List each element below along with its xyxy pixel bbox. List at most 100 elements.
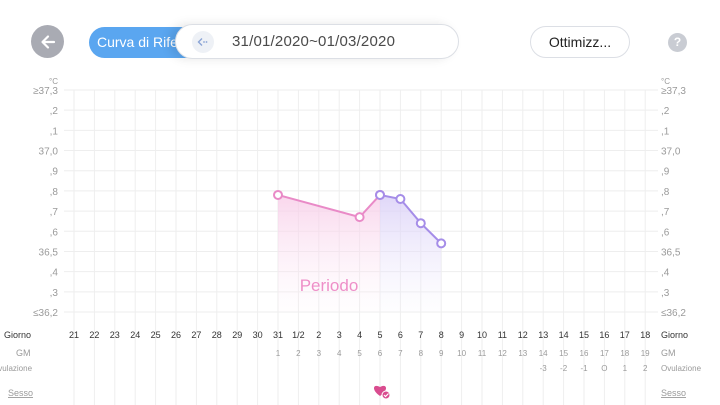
ovulation-label: 1	[623, 364, 628, 373]
ovulation-label: 2	[643, 364, 648, 373]
y-unit-left: °C	[49, 77, 58, 86]
gm-label: 9	[439, 349, 444, 358]
y-tick-right: ,3	[661, 288, 670, 299]
help-button[interactable]: ?	[668, 33, 687, 52]
gm-label: 13	[518, 349, 527, 358]
data-point	[395, 193, 406, 204]
y-tick-right: ,8	[661, 187, 670, 198]
gm-label: 4	[337, 349, 342, 358]
day-label: 10	[477, 330, 487, 340]
y-tick-left: ,1	[50, 126, 59, 137]
question-icon: ?	[673, 35, 682, 49]
gm-label: 16	[580, 349, 589, 358]
day-label: 4	[357, 330, 362, 340]
day-label: 27	[191, 330, 201, 340]
day-label: 5	[377, 330, 382, 340]
ovulation-label: O	[601, 364, 607, 373]
data-point	[436, 238, 447, 249]
gm-label: 14	[539, 349, 548, 358]
gm-label: 11	[478, 349, 487, 358]
day-label: 28	[212, 330, 222, 340]
y-tick-left: ,2	[50, 106, 59, 117]
gm-label: 8	[419, 349, 424, 358]
ovulation-label: -2	[560, 364, 568, 373]
gm-label: 17	[600, 349, 609, 358]
date-range-text: 31/01/2020~01/03/2020	[232, 33, 396, 50]
day-label: 1/2	[292, 330, 305, 340]
temperature-chart: ≥37,3 ≥37,3 ,2 ,2 ,1 ,1 37,0 37,0 ,9 ,9 ,8 ,8 ,7 ,7 ,6…	[0, 77, 702, 405]
y-tick-right: ,7	[661, 207, 670, 218]
back-button[interactable]	[31, 25, 64, 58]
y-tick-left: ≤36,2	[33, 308, 58, 319]
day-label: 22	[89, 330, 99, 340]
y-tick-right: ,2	[661, 106, 670, 117]
row-label-gm: GM	[16, 348, 31, 358]
row-label-sesso-right: Sesso	[661, 388, 686, 398]
gm-label: 2	[296, 349, 301, 358]
data-point	[273, 189, 283, 200]
day-label: 14	[559, 330, 569, 340]
day-label: 12	[518, 330, 528, 340]
y-tick-left: ,7	[50, 207, 59, 218]
data-point	[375, 189, 385, 200]
date-range-selector[interactable]: 31/01/2020~01/03/2020	[175, 24, 459, 59]
day-label: 16	[599, 330, 609, 340]
day-label: 7	[418, 330, 423, 340]
day-label: 23	[110, 330, 120, 340]
optimize-label: Ottimizz...	[548, 34, 612, 50]
day-label: 17	[620, 330, 630, 340]
y-tick-right: 37,0	[661, 147, 681, 158]
arrow-left-dotted-icon[interactable]	[192, 30, 214, 53]
y-tick-right: ≤36,2	[661, 308, 686, 319]
day-label: 18	[640, 330, 650, 340]
y-tick-left: ,8	[50, 187, 59, 198]
data-point	[415, 218, 426, 229]
gm-label: 15	[559, 349, 568, 358]
day-label: 29	[232, 330, 242, 340]
gm-label: 12	[498, 349, 507, 358]
y-tick-right: ,9	[661, 167, 670, 178]
day-label: 13	[538, 330, 548, 340]
row-label-gm-right: GM	[661, 348, 676, 358]
y-tick-left: ,4	[50, 268, 59, 279]
row-label-ovulazione: Ovulazione	[0, 364, 33, 373]
optimize-button[interactable]: Ottimizz...	[530, 26, 630, 58]
day-label: 31	[273, 330, 283, 340]
day-label: 21	[69, 330, 79, 340]
day-label: 6	[398, 330, 403, 340]
day-label: 11	[498, 330, 507, 340]
y-tick-left: ,9	[50, 167, 59, 178]
y-tick-right: ,4	[661, 268, 670, 279]
y-tick-left: ≥37,3	[33, 86, 58, 97]
arrow-left-icon	[40, 34, 55, 49]
y-tick-left: ,6	[50, 227, 59, 238]
day-label: 24	[130, 330, 140, 340]
ovulation-label: -1	[580, 364, 588, 373]
gm-label: 19	[641, 349, 650, 358]
y-tick-right: ≥37,3	[661, 86, 686, 97]
day-label: 9	[459, 330, 464, 340]
gm-label: 6	[378, 349, 383, 358]
ovulation-label: -3	[540, 364, 548, 373]
y-tick-right: ,6	[661, 227, 670, 238]
day-label: 2	[316, 330, 321, 340]
day-label: 26	[171, 330, 181, 340]
row-label-giorno: Giorno	[4, 330, 31, 340]
day-label: 25	[151, 330, 161, 340]
y-tick-left: 37,0	[39, 147, 59, 158]
y-tick-right: ,1	[661, 126, 670, 137]
y-tick-left: 36,5	[39, 247, 59, 258]
row-label-sesso: Sesso	[8, 388, 33, 398]
gm-label: 10	[457, 349, 466, 358]
y-tick-right: 36,5	[661, 247, 681, 258]
day-label: 3	[337, 330, 342, 340]
day-label: 15	[579, 330, 589, 340]
row-label-giorno-right: Giorno	[661, 330, 688, 340]
gm-label: 18	[620, 349, 629, 358]
gm-label: 5	[357, 349, 362, 358]
gm-label: 3	[317, 349, 322, 358]
heart-check-icon[interactable]	[373, 385, 391, 400]
period-label: Periodo	[300, 276, 359, 295]
gm-label: 1	[276, 349, 281, 358]
data-point	[354, 212, 365, 223]
